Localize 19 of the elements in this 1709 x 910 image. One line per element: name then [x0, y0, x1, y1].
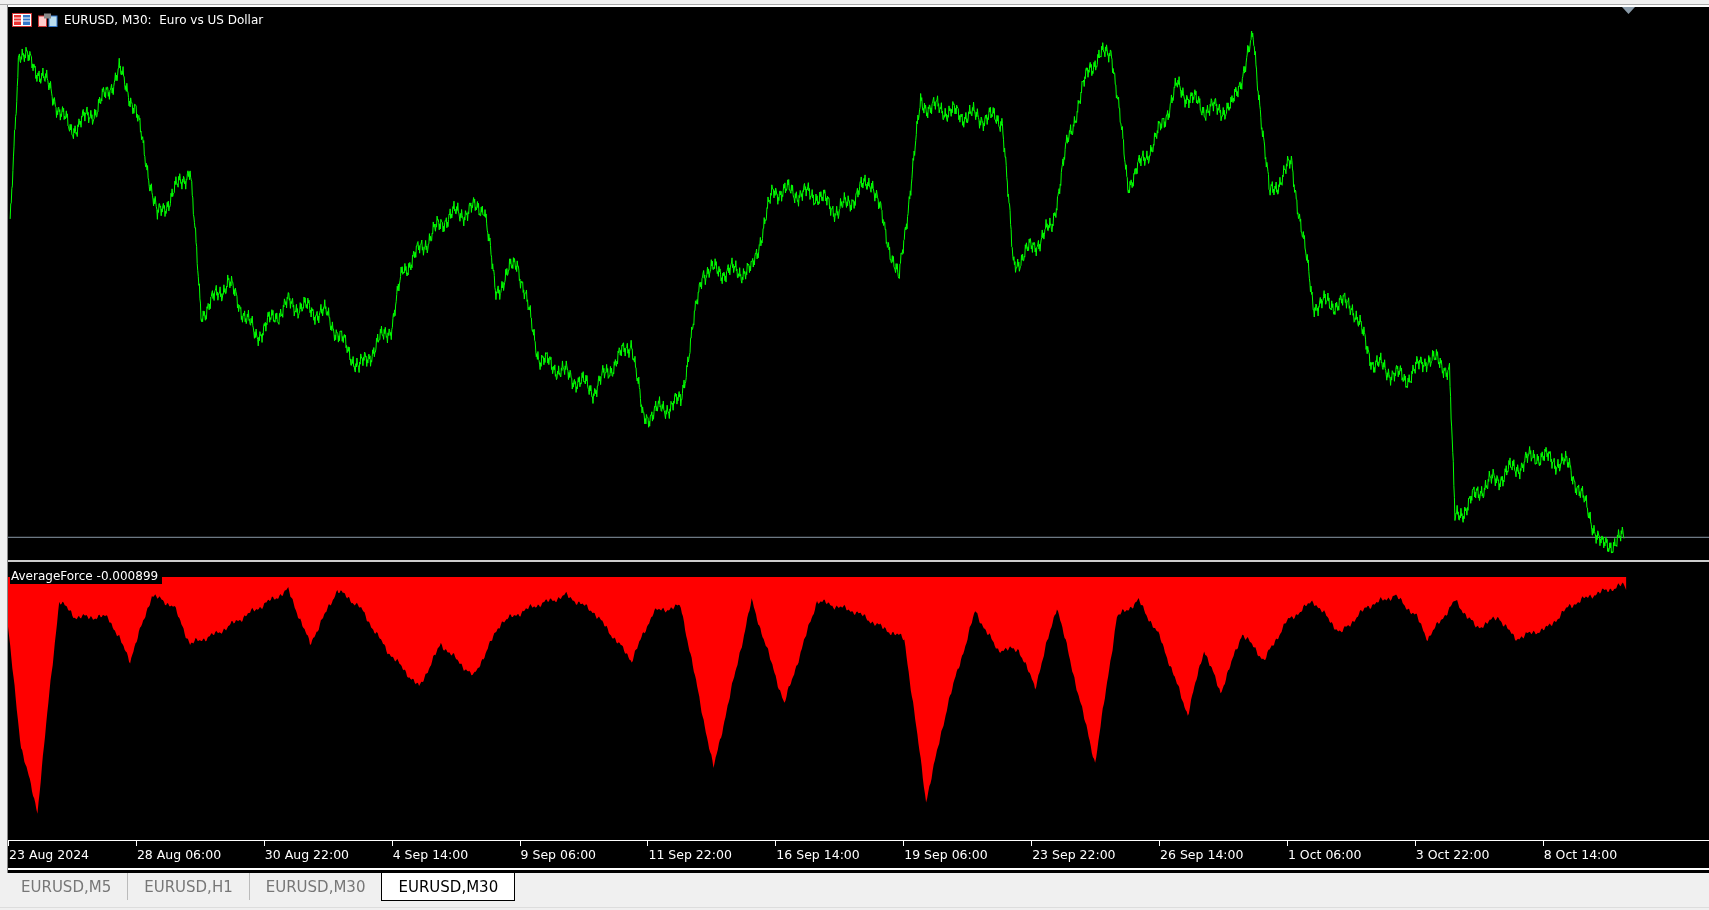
- time-axis-label: 26 Sep 14:00: [1159, 846, 1245, 864]
- time-axis-label: 23 Sep 22:00: [1031, 846, 1117, 864]
- time-axis-label: 19 Sep 06:00: [903, 846, 989, 864]
- time-axis-label: 23 Aug 2024: [8, 846, 91, 864]
- time-axis-label: 4 Sep 14:00: [391, 846, 470, 864]
- time-axis-label: 11 Sep 22:00: [647, 846, 733, 864]
- triangle-marker-icon: [1622, 7, 1635, 14]
- chart-title: EURUSD, M30: Euro vs US Dollar: [64, 11, 264, 29]
- time-axis-label: 16 Sep 14:00: [775, 846, 861, 864]
- indicator-label: AverageForce -0.000899: [10, 569, 163, 584]
- bar-chart-icon: [38, 12, 58, 27]
- time-axis-label: 8 Oct 14:00: [1542, 846, 1619, 864]
- grid-table-icon: [12, 12, 32, 27]
- time-axis-label: 30 Aug 22:00: [263, 846, 351, 864]
- chart-tab[interactable]: EURUSD,M30: [381, 873, 516, 901]
- time-axis-label: 1 Oct 06:00: [1286, 846, 1363, 864]
- time-axis-label: 3 Oct 22:00: [1414, 846, 1491, 864]
- time-axis-label: 28 Aug 06:00: [135, 846, 223, 864]
- time-axis-label: 9 Sep 06:00: [519, 846, 598, 864]
